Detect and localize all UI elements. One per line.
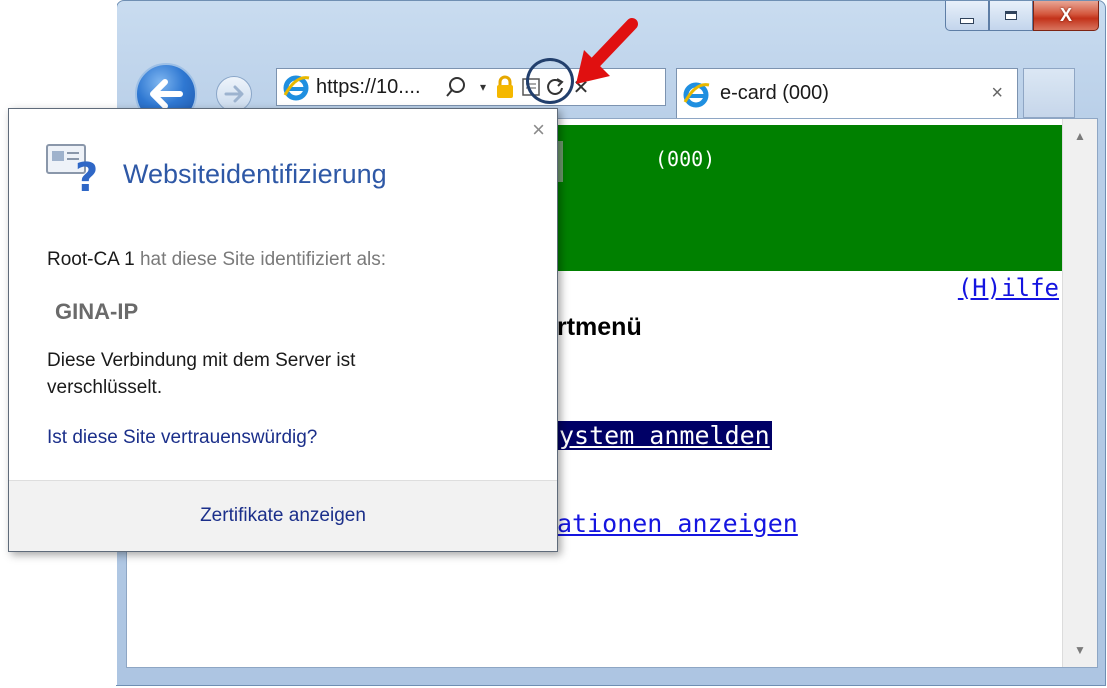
info-link[interactable]: ationen anzeigen <box>557 509 798 538</box>
help-link[interactable]: (H)ilfe <box>958 274 1059 302</box>
tab-e-card[interactable]: e-card (000) × <box>676 68 1018 118</box>
svg-text:?: ? <box>75 155 98 199</box>
identification-icon: ? <box>45 139 101 201</box>
popup-title: Websiteidentifizierung <box>123 159 387 189</box>
issuer-line: Root-CA 1 hat diese Site identifiziert a… <box>47 249 386 271</box>
trust-link[interactable]: Ist diese Site vertrauenswürdig? <box>47 427 317 449</box>
maximize-icon <box>1005 11 1017 20</box>
tab-close-icon[interactable]: × <box>991 82 1003 105</box>
lock-icon[interactable] <box>490 72 520 102</box>
banner-code: (000) <box>655 147 716 171</box>
back-arrow-icon <box>150 79 183 109</box>
site-identity: GINA-IP <box>55 299 139 324</box>
popup-footer: Zertifikate anzeigen <box>9 480 557 551</box>
scroll-up-icon[interactable]: ▲ <box>1063 121 1097 151</box>
forward-arrow-icon <box>224 85 244 103</box>
vertical-scrollbar[interactable]: ▲ ▼ <box>1062 119 1097 667</box>
popup-close-icon[interactable]: × <box>532 117 545 143</box>
issuer-description: hat diese Site identifiziert als: <box>139 249 387 270</box>
new-tab-button[interactable] <box>1023 68 1075 118</box>
tab-ie-icon <box>682 80 710 108</box>
login-link[interactable]: ystem anmelden <box>556 420 773 451</box>
close-icon: X <box>1059 5 1072 25</box>
caption-buttons: X <box>945 1 1099 31</box>
view-certificates-button[interactable]: Zertifikate anzeigen <box>200 505 366 527</box>
minimize-button[interactable] <box>945 1 989 31</box>
encryption-status: Diese Verbindung mit dem Server ist vers… <box>47 350 356 398</box>
dropdown-icon[interactable]: ▾ <box>476 72 490 102</box>
tab-title: e-card (000) <box>720 82 829 104</box>
lock-highlight-circle <box>526 58 574 104</box>
close-window-button[interactable]: X <box>1033 1 1099 31</box>
forward-button[interactable] <box>216 76 252 112</box>
maximize-button[interactable] <box>989 1 1033 31</box>
ie-logo-icon <box>282 73 310 101</box>
search-icon[interactable] <box>436 72 476 102</box>
scroll-down-icon[interactable]: ▼ <box>1063 635 1097 665</box>
url-text[interactable]: https://10.... <box>316 76 436 99</box>
website-identification-popup: × ? Websiteidentifizierung Root-CA 1 hat… <box>8 108 558 552</box>
red-arrow-icon <box>576 18 638 84</box>
issuer-name: Root-CA 1 <box>47 249 135 270</box>
page-heading: rtmenü <box>557 313 642 341</box>
minimize-icon <box>960 17 974 24</box>
